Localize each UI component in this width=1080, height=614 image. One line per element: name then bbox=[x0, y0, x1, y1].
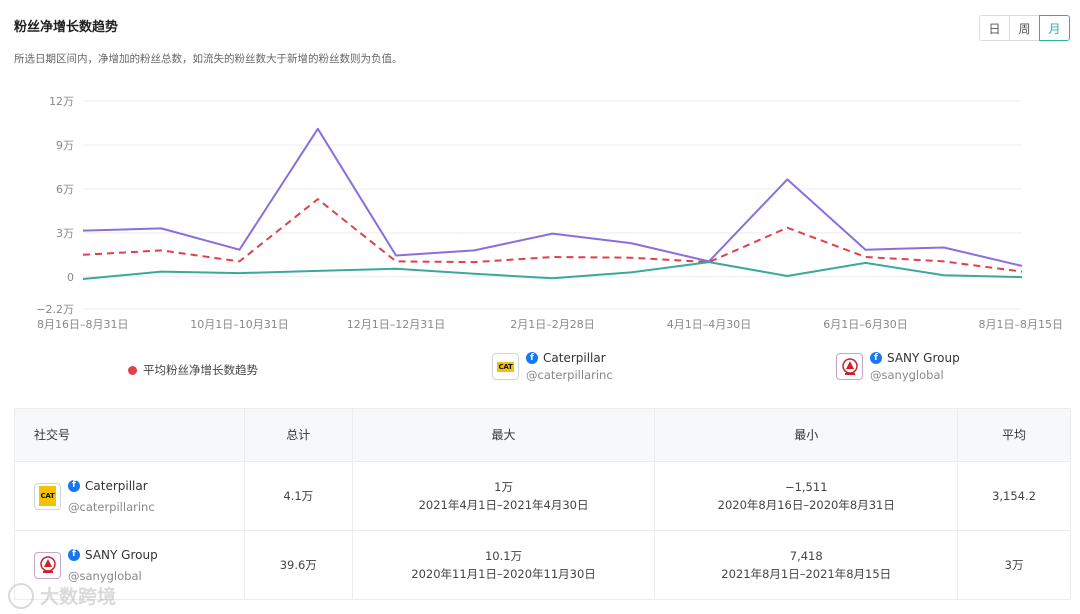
account-handle: @caterpillarinc bbox=[68, 499, 155, 514]
max-value: 10.1万 bbox=[484, 549, 523, 563]
max-period: 2021年4月1日–2021年4月30日 bbox=[418, 498, 589, 512]
legend-dot-icon bbox=[128, 365, 137, 375]
average-cell: 3,154.2 bbox=[957, 462, 1070, 530]
account-cell: CAT f Caterpillar @caterpillarinc bbox=[15, 462, 244, 530]
facebook-icon: f bbox=[526, 352, 538, 364]
period-week-button[interactable]: 周 bbox=[1009, 15, 1040, 41]
period-day-button[interactable]: 日 bbox=[979, 15, 1010, 41]
y-tick-label: 9万 bbox=[56, 139, 74, 152]
max-period: 2020年11月1日–2020年11月30日 bbox=[411, 567, 596, 581]
min-period: 2020年8月16日–2020年8月31日 bbox=[717, 498, 895, 512]
account-sany[interactable]: f SANY Group @sanyglobal bbox=[34, 546, 158, 585]
max-value: 1万 bbox=[494, 480, 513, 494]
header-average: 平均 bbox=[957, 409, 1070, 461]
facebook-icon: f bbox=[68, 479, 80, 492]
table-header-row: 社交号 总计 最大 最小 平均 bbox=[15, 409, 1070, 461]
table-row: CAT f Caterpillar @caterpillarinc 4.1万 1万… bbox=[15, 461, 1070, 530]
chart-title: 粉丝净增长数趋势 bbox=[14, 20, 119, 35]
min-value: 7,418 bbox=[789, 549, 823, 563]
x-tick-label: 10月1日–10月31日 bbox=[190, 318, 289, 331]
cat-logo-icon: CAT bbox=[492, 353, 519, 380]
header-min: 最小 bbox=[654, 409, 957, 461]
total-cell: 4.1万 bbox=[243, 462, 352, 530]
trend-chart: 12万 9万 6万 3万 0 −2.2万 8月16日–8月31日 10月1日–10月31日 1… bbox=[36, 95, 1064, 331]
legend-caterpillar-handle: @caterpillarinc bbox=[526, 368, 613, 382]
y-tick-label: 3万 bbox=[56, 227, 74, 240]
legend-sany-handle: @sanyglobal bbox=[870, 368, 944, 382]
x-tick-label: 12月1日–12月31日 bbox=[347, 318, 446, 331]
x-tick-label: 6月1日–6月30日 bbox=[823, 318, 908, 331]
max-cell: 1万 2021年4月1日–2021年4月30日 bbox=[351, 462, 655, 530]
period-month-button[interactable]: 月 bbox=[1039, 15, 1070, 41]
average-cell: 3万 bbox=[957, 531, 1070, 599]
y-tick-label: 6万 bbox=[56, 183, 74, 196]
x-tick-label: 4月1日–4月30日 bbox=[667, 318, 752, 331]
table-row: f SANY Group @sanyglobal 39.6万 10.1万 2020… bbox=[15, 530, 1070, 599]
series-line-sany bbox=[82, 127, 1023, 267]
min-cell: 7,418 2021年8月1日–2021年8月15日 bbox=[654, 531, 957, 599]
account-name: Caterpillar bbox=[85, 478, 148, 493]
account-caterpillar[interactable]: CAT f Caterpillar @caterpillarinc bbox=[34, 477, 155, 516]
cat-logo-icon: CAT bbox=[34, 482, 61, 510]
facebook-icon: f bbox=[68, 548, 80, 561]
watermark: 大数跨境 bbox=[8, 582, 116, 609]
y-tick-label: −2.2万 bbox=[36, 303, 74, 316]
watermark-text: 大数跨境 bbox=[40, 586, 117, 608]
legend-average-label: 平均粉丝净增长数趋势 bbox=[143, 363, 258, 377]
total-cell: 39.6万 bbox=[243, 531, 352, 599]
x-tick-label: 2月1日–2月28日 bbox=[510, 318, 595, 331]
min-cell: −1,511 2020年8月16日–2020年8月31日 bbox=[654, 462, 957, 530]
max-cell: 10.1万 2020年11月1日–2020年11月30日 bbox=[351, 531, 655, 599]
account-name: SANY Group bbox=[85, 547, 158, 562]
facebook-icon: f bbox=[870, 352, 882, 364]
watermark-logo-icon bbox=[8, 582, 34, 609]
header-total: 总计 bbox=[243, 409, 352, 461]
y-tick-label: 12万 bbox=[49, 95, 74, 108]
period-switch: 日 周 月 bbox=[979, 15, 1070, 41]
header-max: 最大 bbox=[351, 409, 655, 461]
legend-caterpillar[interactable]: CAT f Caterpillar @caterpillarinc bbox=[492, 351, 613, 382]
min-value: −1,511 bbox=[784, 480, 828, 494]
stats-table: 社交号 总计 最大 最小 平均 CAT f Caterpillar @caterp… bbox=[14, 408, 1071, 600]
legend-caterpillar-name: Caterpillar bbox=[543, 351, 606, 365]
x-tick-label: 8月1日–8月15日 bbox=[979, 318, 1064, 331]
x-tick-label: 8月16日–8月31日 bbox=[37, 318, 129, 331]
sany-logo-icon bbox=[836, 353, 863, 380]
legend-sany[interactable]: f SANY Group @sanyglobal bbox=[836, 351, 960, 382]
legend-average[interactable]: 平均粉丝净增长数趋势 bbox=[128, 362, 258, 378]
header-account: 社交号 bbox=[34, 428, 71, 442]
series-line-average bbox=[82, 198, 1023, 273]
chart-subtitle: 所选日期区间内，净增加的粉丝总数，如流失的粉丝数大于新增的粉丝数则为负值。 bbox=[14, 53, 403, 65]
min-period: 2021年8月1日–2021年8月15日 bbox=[721, 567, 892, 581]
y-tick-label: 0 bbox=[67, 271, 74, 284]
legend-sany-name: SANY Group bbox=[887, 351, 960, 365]
sany-logo-icon bbox=[34, 551, 61, 579]
